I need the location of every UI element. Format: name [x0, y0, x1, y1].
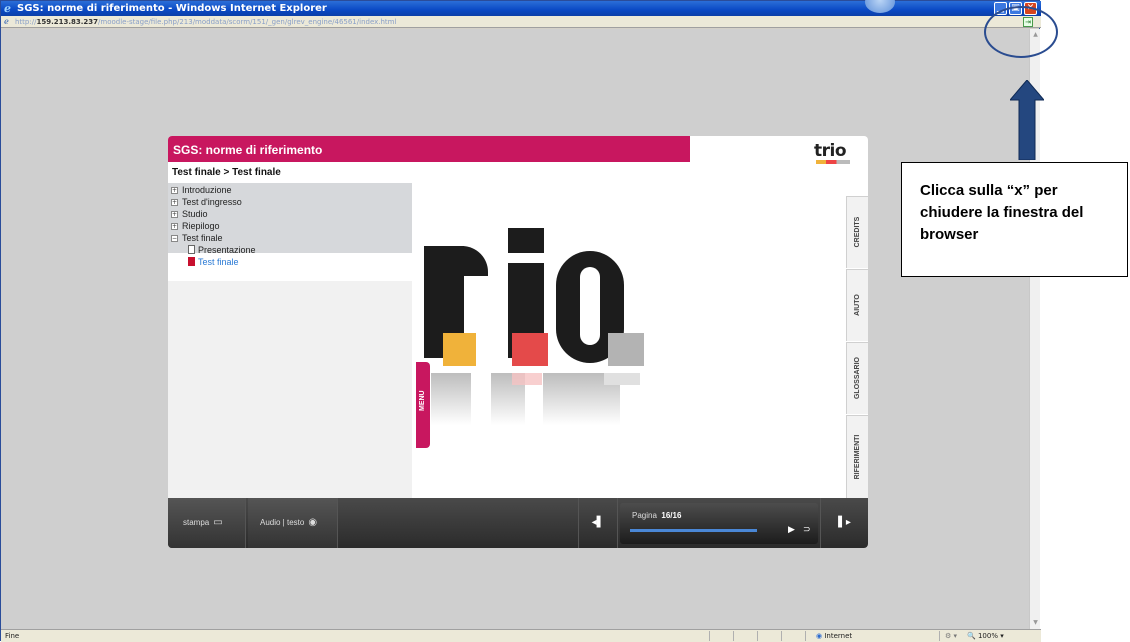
tab-glossario[interactable]: GLOSSARIO	[846, 342, 868, 414]
globe-icon: ◉	[816, 632, 823, 640]
page-icon: ℯ	[4, 17, 9, 26]
status-divider	[709, 631, 710, 641]
submenu-item-test-finale[interactable]: Test finale	[188, 257, 239, 268]
orb-decoration	[865, 0, 895, 13]
menu-toggle-tab[interactable]: MENU	[416, 362, 430, 448]
expand-icon[interactable]: +	[171, 211, 178, 218]
status-divider	[733, 631, 734, 641]
zoom-level[interactable]: 🔍 100% ▾	[967, 630, 1004, 642]
scroll-down-icon[interactable]: ▼	[1031, 618, 1040, 627]
status-divider	[805, 631, 806, 641]
protected-mode-icon[interactable]: ⚙ ▾	[945, 630, 957, 642]
menu-item-test-ingresso[interactable]: + Test d'ingresso	[171, 197, 242, 208]
gray-square	[608, 333, 644, 366]
security-zone[interactable]: ◉ Internet	[816, 630, 852, 642]
expand-icon[interactable]: +	[171, 223, 178, 230]
arrow-up-icon	[1010, 80, 1044, 160]
instruction-callout: Clicca sulla “x” per chiudere la finestr…	[901, 162, 1128, 277]
logo-color-bar	[816, 160, 850, 164]
page-counter: Pagina 16/16	[632, 511, 682, 520]
print-button[interactable]: stampa ▭	[168, 498, 246, 548]
breadcrumb: Test finale > Test finale	[172, 167, 281, 178]
expand-icon[interactable]: +	[171, 187, 178, 194]
orange-square	[443, 333, 476, 366]
previous-page-button[interactable]: ◂▌	[578, 498, 618, 548]
collapse-icon[interactable]: −	[171, 235, 178, 242]
menu-item-studio[interactable]: + Studio	[171, 209, 208, 220]
letter-i-dot	[508, 228, 544, 253]
tab-riferimenti[interactable]: RIFERIMENTI	[846, 415, 868, 498]
submenu-item-presentazione[interactable]: Presentazione	[188, 245, 256, 256]
page-indicator: Pagina 16/16 ▶ ⊃	[620, 503, 818, 544]
reflection-r	[431, 373, 471, 425]
progress-bar	[630, 529, 757, 532]
course-header: SGS: norme di riferimento	[168, 136, 690, 162]
status-divider	[757, 631, 758, 641]
status-bar: Fine ◉ Internet ⚙ ▾ 🔍 100% ▾	[1, 629, 1041, 642]
address-url[interactable]: http://159.213.83.237/moodle-stage/file.…	[15, 16, 396, 28]
expand-icon[interactable]: +	[171, 199, 178, 206]
internet-explorer-icon: ℯ	[4, 2, 11, 15]
menu-item-test-finale[interactable]: − Test finale	[171, 233, 223, 244]
replay-icon[interactable]: ⊃	[803, 525, 811, 535]
document-icon	[188, 257, 195, 266]
highlight-circle	[984, 6, 1058, 58]
play-icon[interactable]: ▶	[788, 525, 795, 535]
tab-credits[interactable]: CREDITS	[846, 196, 868, 268]
status-text: Fine	[5, 632, 20, 640]
reflection-gray	[604, 373, 640, 385]
course-player: SGS: norme di riferimento trio Test fina…	[168, 136, 868, 548]
menu-item-riepilogo[interactable]: + Riepilogo	[171, 221, 220, 232]
reflection-red	[512, 373, 542, 385]
callout-text: Clicca sulla “x” per chiudere la finestr…	[920, 182, 1084, 243]
letter-o-counter	[580, 267, 600, 345]
printer-icon: ▭	[213, 517, 223, 528]
letter-r-arm	[436, 246, 488, 276]
tab-aiuto[interactable]: AIUTO	[846, 269, 868, 341]
course-title: SGS: norme di riferimento	[173, 143, 323, 157]
document-icon	[188, 245, 195, 254]
status-divider	[781, 631, 782, 641]
red-square	[512, 333, 548, 366]
status-divider	[939, 631, 940, 641]
content-area	[416, 183, 841, 498]
player-control-bar: stampa ▭ Audio | testo ◉ ◂▌ Pagina 16/16 ▶…	[168, 498, 868, 548]
audio-text-button[interactable]: Audio | testo ◉	[248, 498, 338, 548]
address-bar[interactable]: ℯ http://159.213.83.237/moodle-stage/fil…	[1, 16, 1041, 28]
course-menu: + Introduzione + Test d'ingresso + Studio +…	[168, 183, 412, 498]
next-page-button[interactable]: ▌▸	[820, 498, 868, 548]
title-bar: ℯ SGS: norme di riferimento - Windows In…	[1, 0, 1041, 16]
window-title: SGS: norme di riferimento - Windows Inte…	[17, 3, 327, 14]
menu-item-introduzione[interactable]: + Introduzione	[171, 185, 232, 196]
trio-logo: trio	[814, 141, 847, 161]
speaker-icon: ◉	[308, 517, 318, 528]
